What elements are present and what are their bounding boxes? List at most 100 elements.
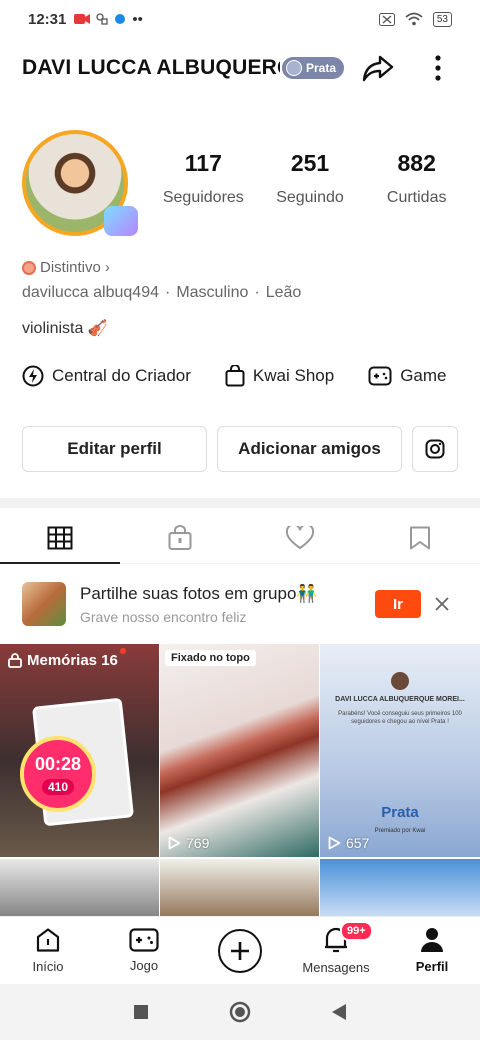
recents-icon[interactable] — [133, 1004, 149, 1020]
game-label: Game — [400, 366, 447, 385]
nav-profile[interactable]: Perfil — [384, 917, 480, 984]
status-time: 12:31 — [28, 10, 67, 28]
likes-stat[interactable]: 882 Curtidas — [363, 150, 470, 207]
timer-value: 00:28 — [34, 753, 82, 774]
creator-center-icon — [22, 365, 44, 387]
tab-likes[interactable] — [240, 512, 360, 563]
video-tile[interactable] — [320, 858, 480, 923]
profile-name: DAVI LUCCA ALBUQUERQUE MOREIRA — [22, 56, 280, 79]
status-bar: 12:31 •• 53 — [0, 0, 480, 38]
battery-icon: 53 — [432, 11, 452, 27]
likes-label: Curtidas — [386, 189, 447, 206]
promo-thumbnail — [22, 582, 66, 626]
profile-header: DAVI LUCCA ALBUQUERQUE MOREIRA Prata — [0, 40, 480, 96]
zodiac-sign: Leão — [265, 284, 302, 301]
kwai-shop-link[interactable]: Kwai Shop — [225, 365, 334, 387]
plus-icon — [231, 941, 249, 960]
nav-profile-label: Perfil — [415, 959, 449, 974]
nav-home[interactable]: Início — [0, 917, 96, 984]
video-tile[interactable] — [0, 858, 159, 923]
level-badge-icon — [286, 60, 302, 76]
distintivo-link[interactable]: Distintivo › — [22, 259, 110, 276]
app-icon — [96, 13, 109, 25]
tab-private[interactable] — [120, 512, 240, 563]
edit-profile-button[interactable]: Editar perfil — [22, 426, 207, 472]
profile-actions: Editar perfil Adicionar amigos — [22, 426, 458, 472]
group-photo-promo: Partilhe suas fotos em grupo👬 Grave noss… — [0, 574, 480, 636]
profile-bio: violinista 🎻 — [22, 320, 108, 337]
play-icon — [168, 836, 181, 850]
memories-tile[interactable]: Memórias 16 00:28 410 — [0, 644, 159, 857]
section-divider — [0, 498, 480, 508]
following-stat[interactable]: 251 Seguindo — [257, 150, 364, 207]
create-button[interactable] — [218, 928, 262, 973]
gamepad-icon — [129, 928, 159, 952]
card-awarded-by: Premiado por Kwai — [374, 828, 426, 834]
back-icon[interactable] — [331, 1003, 347, 1021]
creator-center-link[interactable]: Central do Criador — [22, 365, 191, 387]
coins-value: 410 — [41, 778, 75, 795]
more-notifications-icon: •• — [132, 10, 143, 28]
promo-close-button[interactable] — [430, 592, 454, 616]
nav-home-label: Início — [32, 959, 64, 974]
share-button[interactable] — [358, 50, 398, 86]
badge-icon — [22, 260, 36, 275]
pinned-label: Fixado no topo — [165, 650, 256, 666]
card-level: Prata — [381, 804, 419, 821]
instagram-icon — [425, 439, 445, 459]
new-dot — [120, 648, 126, 654]
video-record-icon — [74, 14, 91, 24]
promo-title: Partilhe suas fotos em grupo👬 — [80, 584, 318, 603]
card-avatar — [391, 672, 409, 690]
following-count: 251 — [290, 150, 330, 176]
level-badge[interactable]: Prata — [282, 57, 345, 79]
wifi-icon — [405, 12, 423, 26]
share-icon — [362, 55, 394, 82]
profile-info-line: davilucca albuq494 · Masculino · Leão — [22, 284, 302, 301]
followers-stat[interactable]: 117 Seguidores — [150, 150, 257, 207]
promo-go-button[interactable]: Ir — [375, 590, 421, 618]
instagram-button[interactable] — [412, 426, 458, 472]
play-icon — [328, 836, 341, 850]
gamepad-icon — [368, 366, 392, 386]
more-vertical-icon — [435, 55, 441, 81]
home-circle-icon[interactable] — [229, 1001, 251, 1023]
video-tile[interactable] — [160, 858, 319, 923]
avatar-frame-decoration — [104, 206, 138, 236]
memories-label: Memórias 16 — [8, 652, 118, 669]
play-count: 769 — [168, 835, 209, 851]
profile-avatar[interactable] — [14, 128, 138, 240]
tab-posts[interactable] — [0, 512, 120, 564]
play-count-value: 657 — [346, 835, 370, 851]
chevron-right-icon: › — [104, 259, 110, 276]
likes-count: 882 — [397, 150, 436, 176]
nav-games[interactable]: Jogo — [96, 917, 192, 984]
pinned-video-tile[interactable]: Fixado no topo 769 — [160, 644, 319, 857]
tab-saved[interactable] — [360, 512, 480, 563]
kwai-shop-label: Kwai Shop — [252, 366, 335, 385]
prata-video-tile[interactable]: DAVI LUCCA ALBUQUERQUE MOREI... Parabéns… — [320, 644, 480, 857]
following-label: Seguindo — [276, 189, 344, 206]
achievement-card: DAVI LUCCA ALBUQUERQUE MOREI... Parabéns… — [332, 672, 468, 727]
play-count: 657 — [328, 835, 369, 851]
system-nav-bar — [0, 984, 480, 1040]
heart-icon — [286, 525, 314, 549]
lock-icon — [8, 653, 22, 668]
nav-create[interactable] — [192, 917, 288, 984]
profile-stats: 117 Seguidores 251 Seguindo 882 Curtidas — [150, 150, 470, 207]
video-grid: Memórias 16 00:28 410 Fixado no topo 769… — [0, 644, 480, 924]
status-notification-icons: •• — [74, 11, 143, 28]
memories-text: Memórias 16 — [27, 652, 118, 669]
username: davilucca albuq494 — [22, 284, 159, 301]
nav-messages-label: Mensagens — [302, 960, 370, 975]
shopping-bag-icon — [225, 365, 245, 387]
more-options-button[interactable] — [418, 50, 458, 86]
promo-subtitle: Grave nosso encontro feliz — [80, 609, 247, 625]
nav-messages[interactable]: 99+ Mensagens — [288, 917, 384, 984]
card-title: DAVI LUCCA ALBUQUERQUE MOREI... — [335, 696, 465, 703]
game-link[interactable]: Game — [368, 366, 446, 386]
sim-icon — [378, 12, 395, 26]
locked-bag-icon — [168, 524, 192, 550]
add-friends-button[interactable]: Adicionar amigos — [217, 426, 402, 472]
followers-count: 117 — [184, 150, 222, 176]
